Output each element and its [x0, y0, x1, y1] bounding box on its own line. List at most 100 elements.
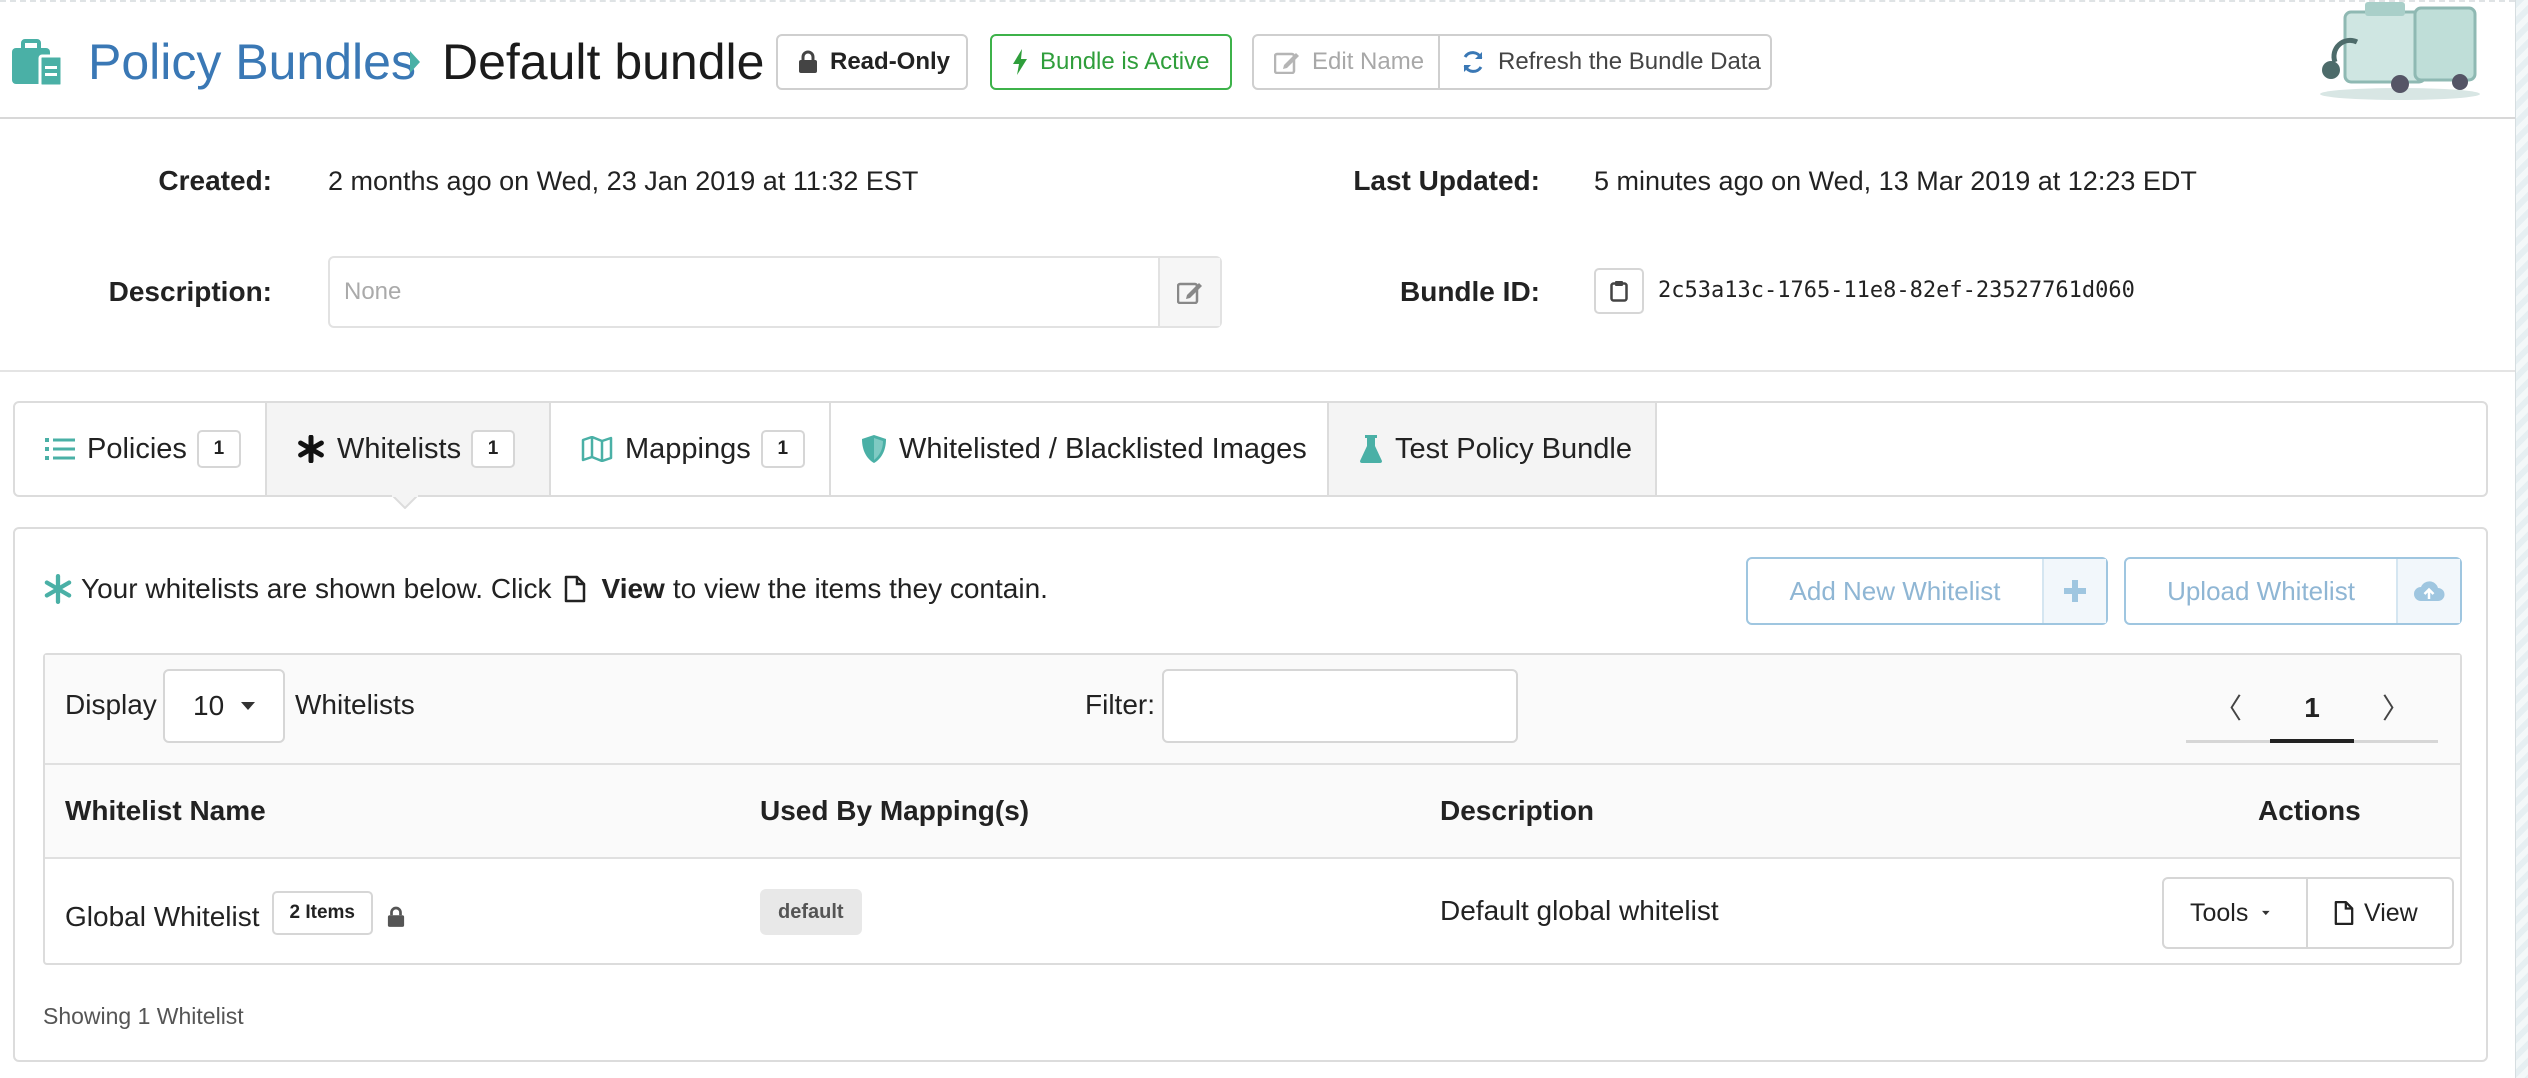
page-header: Policy Bundles Default bundle Read-Only …	[0, 0, 2515, 119]
column-description[interactable]: Description	[1440, 795, 1594, 827]
mapping-tag: default	[760, 889, 862, 935]
last-updated-value: 5 minutes ago on Wed, 13 Mar 2019 at 12:…	[1594, 166, 2197, 196]
pagination: 〈 1 〉	[2186, 673, 2438, 743]
tab-whitelists-count: 1	[471, 430, 516, 468]
list-icon	[45, 438, 75, 460]
whitelists-panel: Your whitelists are shown below. Click V…	[13, 527, 2488, 1062]
caret-down-icon	[241, 702, 255, 710]
refresh-bundle-label: Refresh the Bundle Data	[1498, 48, 1761, 75]
whitelist-description: Default global whitelist	[1440, 895, 1719, 926]
caret-right-icon	[410, 51, 420, 73]
current-page[interactable]: 1	[2270, 673, 2354, 743]
tab-test-label: Test Policy Bundle	[1395, 432, 1632, 465]
column-actions: Actions	[2258, 795, 2361, 826]
created-value: 2 months ago on Wed, 23 Jan 2019 at 11:3…	[328, 166, 919, 196]
lock-icon	[799, 50, 817, 73]
filter-input[interactable]	[1162, 669, 1518, 743]
column-used-by-mappings[interactable]: Used By Mapping(s)	[760, 795, 1029, 827]
whitelist-name: Global Whitelist	[65, 901, 260, 932]
row-actions: Tools View	[2162, 877, 2454, 949]
last-updated-label: Last Updated:	[1353, 165, 1540, 196]
bundle-active-label: Bundle is Active	[1040, 48, 1210, 75]
breadcrumb-policy-bundles[interactable]: Policy Bundles	[88, 30, 416, 94]
tab-whitelisted-blacklisted-images[interactable]: Whitelisted / Blacklisted Images	[831, 403, 1329, 495]
shield-icon	[862, 435, 886, 463]
bolt-icon	[1013, 49, 1027, 75]
map-icon	[581, 436, 613, 462]
whitelists-table: Display 10 Whitelists Filter: 〈 1 〉 Whit…	[43, 653, 2462, 965]
read-only-label: Read-Only	[830, 48, 951, 75]
edit-description-button[interactable]	[1158, 258, 1220, 326]
tab-policies-count: 1	[196, 430, 241, 468]
table-toolbar: Display 10 Whitelists Filter: 〈 1 〉	[45, 655, 2460, 765]
description-field[interactable]: None	[328, 256, 1222, 328]
divider	[0, 370, 2515, 372]
add-new-whitelist-button[interactable]: Add New Whitelist	[1746, 557, 2108, 625]
view-label: View	[2364, 898, 2418, 927]
tab-test-policy-bundle[interactable]: Test Policy Bundle	[1329, 403, 1657, 495]
whitelist-name-cell: Global Whitelist 2 Items	[65, 891, 405, 939]
tab-policies[interactable]: Policies 1	[15, 403, 267, 495]
intro-prefix: Your whitelists are shown below. Click	[81, 573, 552, 604]
intro-suffix: to view the items they contain.	[672, 573, 1048, 604]
tab-whitelists-label: Whitelists	[337, 432, 462, 465]
file-icon	[2334, 900, 2354, 926]
add-new-whitelist-label: Add New Whitelist	[1789, 575, 2001, 606]
tools-label: Tools	[2190, 898, 2249, 927]
page-title: Default bundle	[442, 34, 765, 90]
display-suffix: Whitelists	[295, 689, 415, 720]
tab-mappings-label: Mappings	[625, 432, 751, 465]
table-header: Whitelist Name Used By Mapping(s) Descri…	[45, 765, 2460, 859]
mascot-illustration	[2320, 2, 2480, 100]
description-input[interactable]: None	[330, 258, 1158, 326]
page-size-select[interactable]: 10	[163, 669, 285, 743]
items-count-badge: 2 Items	[271, 891, 373, 935]
display-label: Display	[65, 689, 157, 720]
intro-view-word: View	[601, 573, 665, 604]
caret-down-icon	[2262, 910, 2270, 916]
page-size-value: 10	[193, 690, 225, 721]
refresh-icon	[1463, 51, 1483, 73]
page: Policy Bundles Default bundle Read-Only …	[0, 0, 2515, 1078]
next-page-button[interactable]: 〉	[2354, 687, 2438, 727]
asterisk-icon	[44, 574, 72, 604]
column-whitelist-name[interactable]: Whitelist Name	[65, 795, 266, 827]
bundle-id-label: Bundle ID:	[1400, 276, 1540, 307]
tab-mappings-count: 1	[760, 430, 805, 468]
clipboard-icon	[1610, 281, 1628, 302]
prev-page-button[interactable]: 〈	[2186, 687, 2270, 727]
description-label: Description:	[108, 276, 272, 307]
window-edge	[2515, 0, 2528, 1078]
refresh-bundle-button[interactable]: Refresh the Bundle Data	[1440, 34, 1772, 90]
header-button-group: Edit Name Refresh the Bundle Data	[1252, 34, 1772, 90]
active-tab-pointer	[392, 495, 418, 509]
edit-icon	[1177, 282, 1202, 304]
edit-icon	[1274, 52, 1299, 74]
filter-label: Filter:	[1085, 689, 1155, 720]
tools-dropdown-button[interactable]: Tools	[2162, 877, 2308, 949]
cloud-upload-icon	[2396, 559, 2460, 623]
table-row: Global Whitelist 2 Items default Default…	[45, 859, 2460, 965]
briefcase-icon	[12, 39, 64, 88]
file-icon	[564, 575, 585, 603]
edit-name-button[interactable]: Edit Name	[1252, 34, 1440, 90]
bundle-active-badge: Bundle is Active	[990, 34, 1232, 90]
showing-count: Showing 1 Whitelist	[43, 1003, 244, 1029]
whitelists-intro: Your whitelists are shown below. Click V…	[43, 573, 1048, 605]
bundle-tabs: Policies 1 Whitelists 1 Mappings 1 White…	[13, 401, 2488, 497]
upload-whitelist-button[interactable]: Upload Whitelist	[2124, 557, 2462, 625]
copy-bundle-id-button[interactable]	[1594, 268, 1644, 314]
tab-policies-label: Policies	[87, 432, 187, 465]
read-only-badge: Read-Only	[776, 34, 968, 90]
plus-icon	[2042, 559, 2106, 623]
edit-name-label: Edit Name	[1312, 48, 1425, 75]
lock-icon	[387, 906, 405, 927]
upload-whitelist-label: Upload Whitelist	[2167, 575, 2355, 606]
asterisk-icon	[298, 435, 324, 463]
tab-images-label: Whitelisted / Blacklisted Images	[899, 432, 1307, 465]
view-whitelist-button[interactable]: View	[2308, 877, 2454, 949]
bundle-id-value: 2c53a13c-1765-11e8-82ef-23527761d060	[1658, 278, 2135, 303]
tab-mappings[interactable]: Mappings 1	[551, 403, 831, 495]
flask-icon	[1360, 435, 1382, 463]
tab-whitelists[interactable]: Whitelists 1	[267, 403, 551, 495]
